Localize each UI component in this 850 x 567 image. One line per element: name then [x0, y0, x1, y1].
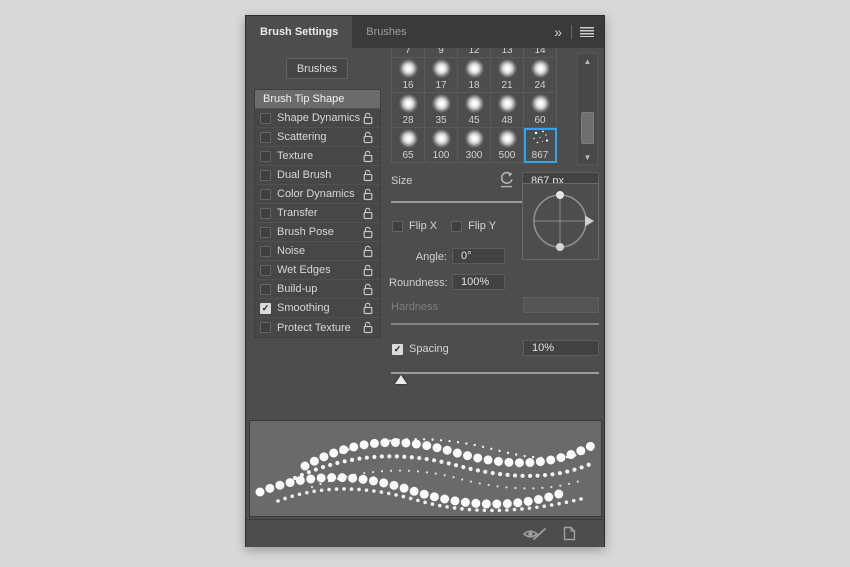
spacing-slider[interactable]	[391, 372, 599, 384]
brush-size-label: 17	[435, 80, 447, 91]
brush-size-label: 14	[534, 48, 546, 56]
brush-size-label: 500	[498, 150, 516, 161]
soft-round-brush-thumbnail	[530, 94, 550, 113]
brush-preset-500[interactable]: 500	[491, 128, 524, 163]
brush-size-label: 48	[501, 115, 513, 126]
roundness-input[interactable]: 100%	[452, 274, 505, 290]
spacing-label: Spacing	[409, 343, 449, 355]
brush-preset-7[interactable]: 7	[392, 48, 425, 58]
brush-preset-45[interactable]: 45	[458, 93, 491, 128]
brush-size-label: 45	[468, 115, 480, 126]
flip-x-checkbox[interactable]	[392, 220, 403, 232]
hardness-label: Hardness	[391, 301, 439, 313]
live-tip-preview-icon[interactable]	[522, 526, 548, 541]
grid-scrollbar[interactable]: ▲ ▼	[577, 53, 598, 165]
brush-preset-18[interactable]: 18	[458, 58, 491, 93]
soft-round-brush-thumbnail	[497, 59, 517, 78]
brush-preset-60[interactable]: 60	[524, 93, 557, 128]
new-brush-icon[interactable]	[562, 526, 576, 541]
flip-x-label: Flip X	[409, 220, 438, 232]
brush-preset-9[interactable]: 9	[425, 48, 458, 58]
brush-preset-48[interactable]: 48	[491, 93, 524, 128]
angle-roundness-control[interactable]	[522, 183, 599, 260]
soft-round-brush-thumbnail	[431, 129, 451, 148]
soft-round-brush-thumbnail	[398, 59, 418, 78]
brush-preset-24[interactable]: 24	[524, 58, 557, 93]
soft-round-brush-thumbnail	[431, 59, 451, 78]
brush-size-label: 300	[465, 150, 483, 161]
brush-size-label: 867	[531, 150, 549, 161]
brush-preset-65[interactable]: 65	[392, 128, 425, 163]
hardness-slider	[391, 323, 599, 325]
panel-footer	[246, 519, 604, 547]
brush-preset-grid-inner: 7 9 12 13 14 16 17 18 21 24 28 35 45 48	[391, 48, 557, 163]
spacing-input[interactable]: 10%	[523, 340, 599, 356]
brush-preset-28[interactable]: 28	[392, 93, 425, 128]
brush-preset-867[interactable]: 867	[524, 128, 557, 163]
brush-size-label: 65	[402, 150, 414, 161]
reset-size-icon[interactable]	[498, 171, 515, 188]
brush-size-label: 16	[402, 80, 414, 91]
brush-size-label: 28	[402, 115, 414, 126]
brush-size-label: 18	[468, 80, 480, 91]
flip-y-label: Flip Y	[468, 220, 497, 232]
brush-preset-17[interactable]: 17	[425, 58, 458, 93]
scroll-up-icon[interactable]: ▲	[578, 56, 597, 66]
brush-size-label: 60	[534, 115, 546, 126]
soft-round-brush-thumbnail	[431, 94, 451, 113]
soft-round-brush-thumbnail	[398, 94, 418, 113]
soft-round-brush-thumbnail	[464, 59, 484, 78]
soft-round-brush-thumbnail	[464, 129, 484, 148]
soft-round-brush-thumbnail	[497, 94, 517, 113]
brush-preset-12[interactable]: 12	[458, 48, 491, 58]
roundness-handle-bottom[interactable]	[556, 243, 564, 251]
desktop: { "tabs": { "brush_settings": "Brush Set…	[0, 0, 850, 567]
brush-preset-16[interactable]: 16	[392, 58, 425, 93]
angle-arrow-handle[interactable]	[585, 215, 594, 227]
roundness-handle-top[interactable]	[556, 191, 564, 199]
brush-preset-grid: 7 9 12 13 14 16 17 18 21 24 28 35 45 48	[391, 48, 558, 163]
spacing-checkbox[interactable]	[392, 343, 403, 355]
angle-label: Angle:	[415, 251, 447, 263]
brush-size-label: 9	[438, 48, 444, 56]
brush-preset-21[interactable]: 21	[491, 58, 524, 93]
brush-size-label: 35	[435, 115, 447, 126]
flip-y-checkbox[interactable]	[451, 220, 463, 232]
size-label: Size	[391, 175, 413, 187]
brush-preset-14[interactable]: 14	[524, 48, 557, 58]
angle-input[interactable]: 0°	[452, 248, 505, 264]
spacing-slider-thumb[interactable]	[395, 375, 408, 384]
roundness-label: Roundness:	[389, 277, 448, 289]
brush-size-label: 7	[405, 48, 411, 56]
brush-stroke-preview	[249, 420, 602, 517]
scatter-brush-thumbnail	[531, 129, 550, 148]
brush-settings-panel: Brush Settings Brushes » Brushes Brush T…	[245, 15, 605, 547]
brush-preset-300[interactable]: 300	[458, 128, 491, 163]
brush-size-label: 21	[501, 80, 513, 91]
soft-round-brush-thumbnail	[530, 59, 550, 78]
brush-size-label: 24	[534, 80, 546, 91]
scroll-down-icon[interactable]: ▼	[578, 152, 597, 162]
brush-size-label: 13	[501, 48, 513, 56]
brush-size-label: 12	[468, 48, 480, 56]
soft-round-brush-thumbnail	[464, 94, 484, 113]
soft-round-brush-thumbnail	[398, 129, 418, 148]
hardness-input	[523, 297, 599, 313]
brush-preset-100[interactable]: 100	[425, 128, 458, 163]
scrollbar-thumb[interactable]	[581, 112, 594, 144]
brush-preset-35[interactable]: 35	[425, 93, 458, 128]
brush-preset-13[interactable]: 13	[491, 48, 524, 58]
soft-round-brush-thumbnail	[497, 129, 517, 148]
brush-size-label: 100	[432, 150, 450, 161]
